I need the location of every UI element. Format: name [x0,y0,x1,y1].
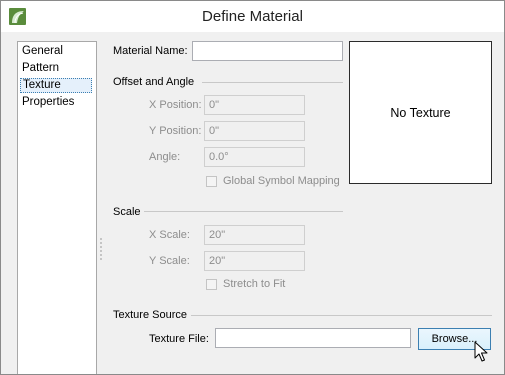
angle-input[interactable] [204,147,305,167]
nav-item-pattern[interactable]: Pattern [20,61,92,76]
texture-source-group-title: Texture Source [113,309,187,321]
y-position-label: Y Position: [149,125,202,137]
texture-source-divider [191,315,492,316]
no-texture-text: No Texture [390,106,451,120]
offset-angle-group-title: Offset and Angle [113,76,195,88]
offset-angle-divider [202,82,343,83]
x-scale-input[interactable] [204,225,305,245]
panel-splitter[interactable] [100,237,102,261]
texture-preview: No Texture [349,41,492,184]
window-title: Define Material [202,8,303,25]
material-name-input[interactable] [192,41,343,61]
y-position-input[interactable] [204,121,305,141]
global-symbol-mapping-checkbox[interactable] [206,176,217,187]
define-material-dialog: Define Material General Pattern Texture … [0,0,505,375]
angle-label: Angle: [149,151,181,163]
x-position-input[interactable] [204,95,305,115]
material-name-label: Material Name: [113,45,188,57]
nav-item-texture[interactable]: Texture [20,78,92,93]
stretch-to-fit-checkbox[interactable] [206,279,217,290]
x-scale-label: X Scale: [149,229,190,241]
scale-group-title: Scale [113,206,141,218]
y-scale-input[interactable] [204,251,305,271]
nav-item-general[interactable]: General [20,44,92,59]
nav-item-properties[interactable]: Properties [20,95,92,110]
x-position-label: X Position: [149,99,202,111]
mouse-pointer-icon [474,341,488,363]
scale-divider [144,211,343,212]
title-bar: Define Material [1,1,504,32]
stretch-to-fit-label: Stretch to Fit [223,278,286,290]
global-symbol-mapping-label: Global Symbol Mapping [223,175,340,187]
y-scale-label: Y Scale: [149,255,190,267]
texture-file-input[interactable] [215,328,411,348]
category-list[interactable]: General Pattern Texture Properties [17,41,97,374]
texture-file-label: Texture File: [149,333,209,345]
